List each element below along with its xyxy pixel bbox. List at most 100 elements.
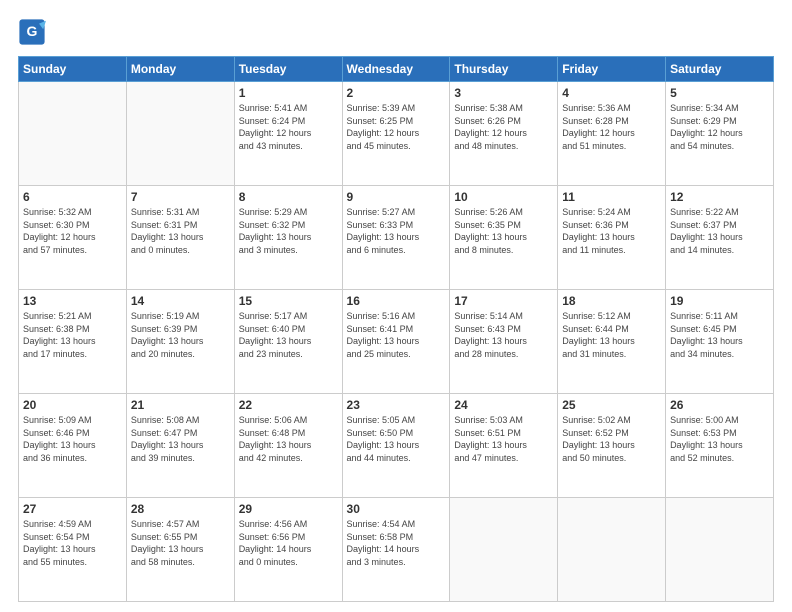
day-cell: 11Sunrise: 5:24 AM Sunset: 6:36 PM Dayli… xyxy=(558,186,666,290)
week-row-4: 20 Sunrise: 5:09 AM Sunset: 6:46 PM Dayli… xyxy=(19,394,774,498)
day-detail: Sunrise: 5:31 AM Sunset: 6:31 PM Dayligh… xyxy=(131,206,230,256)
day-detail: Sunrise: 5:16 AM Sunset: 6:41 PM Dayligh… xyxy=(347,310,446,360)
day-number: 12 xyxy=(670,190,769,204)
day-number: 16 xyxy=(347,294,446,308)
day-number: 6 xyxy=(23,190,122,204)
day-detail: Sunrise: 5:27 AM Sunset: 6:33 PM Dayligh… xyxy=(347,206,446,256)
day-cell: 23 Sunrise: 5:05 AM Sunset: 6:50 PM Dayli… xyxy=(342,394,450,498)
day-detail: Sunrise: 5:29 AM Sunset: 6:32 PM Dayligh… xyxy=(239,206,338,256)
day-detail: Sunrise: 5:34 AM Sunset: 6:29 PM Dayligh… xyxy=(670,102,769,152)
day-cell: 27 Sunrise: 4:59 AM Sunset: 6:54 PM Dayli… xyxy=(19,498,127,602)
day-number: 7 xyxy=(131,190,230,204)
day-cell: 6 Sunrise: 5:32 AM Sunset: 6:30 PM Daylig… xyxy=(19,186,127,290)
day-detail: Sunrise: 4:59 AM Sunset: 6:54 PM Dayligh… xyxy=(23,518,122,568)
logo: G xyxy=(18,18,50,46)
day-number: 24 xyxy=(454,398,553,412)
svg-text:G: G xyxy=(27,23,38,39)
day-cell: 9 Sunrise: 5:27 AM Sunset: 6:33 PM Daylig… xyxy=(342,186,450,290)
day-cell: 21 Sunrise: 5:08 AM Sunset: 6:47 PM Dayli… xyxy=(126,394,234,498)
col-header-monday: Monday xyxy=(126,57,234,82)
day-cell: 28 Sunrise: 4:57 AM Sunset: 6:55 PM Dayli… xyxy=(126,498,234,602)
day-detail: Sunrise: 5:41 AM Sunset: 6:24 PM Dayligh… xyxy=(239,102,338,152)
day-detail: Sunrise: 5:02 AM Sunset: 6:52 PM Dayligh… xyxy=(562,414,661,464)
day-detail: Sunrise: 4:54 AM Sunset: 6:58 PM Dayligh… xyxy=(347,518,446,568)
calendar-table: SundayMondayTuesdayWednesdayThursdayFrid… xyxy=(18,56,774,602)
day-cell xyxy=(558,498,666,602)
day-number: 11 xyxy=(562,190,661,204)
col-header-tuesday: Tuesday xyxy=(234,57,342,82)
day-detail: Sunrise: 5:26 AM Sunset: 6:35 PM Dayligh… xyxy=(454,206,553,256)
day-cell: 12 Sunrise: 5:22 AM Sunset: 6:37 PM Dayli… xyxy=(666,186,774,290)
day-cell xyxy=(19,82,127,186)
week-row-1: 1 Sunrise: 5:41 AM Sunset: 6:24 PM Daylig… xyxy=(19,82,774,186)
day-detail: Sunrise: 5:03 AM Sunset: 6:51 PM Dayligh… xyxy=(454,414,553,464)
day-number: 26 xyxy=(670,398,769,412)
day-cell: 14Sunrise: 5:19 AM Sunset: 6:39 PM Dayli… xyxy=(126,290,234,394)
day-detail: Sunrise: 5:08 AM Sunset: 6:47 PM Dayligh… xyxy=(131,414,230,464)
day-cell: 19 Sunrise: 5:11 AM Sunset: 6:45 PM Dayli… xyxy=(666,290,774,394)
day-detail: Sunrise: 5:11 AM Sunset: 6:45 PM Dayligh… xyxy=(670,310,769,360)
day-detail: Sunrise: 5:12 AM Sunset: 6:44 PM Dayligh… xyxy=(562,310,661,360)
day-cell: 5 Sunrise: 5:34 AM Sunset: 6:29 PM Daylig… xyxy=(666,82,774,186)
logo-icon: G xyxy=(18,18,46,46)
day-cell: 17 Sunrise: 5:14 AM Sunset: 6:43 PM Dayli… xyxy=(450,290,558,394)
day-detail: Sunrise: 5:14 AM Sunset: 6:43 PM Dayligh… xyxy=(454,310,553,360)
day-number: 3 xyxy=(454,86,553,100)
day-number: 1 xyxy=(239,86,338,100)
day-cell: 4 Sunrise: 5:36 AM Sunset: 6:28 PM Daylig… xyxy=(558,82,666,186)
col-header-wednesday: Wednesday xyxy=(342,57,450,82)
day-detail: Sunrise: 5:22 AM Sunset: 6:37 PM Dayligh… xyxy=(670,206,769,256)
week-row-3: 13 Sunrise: 5:21 AM Sunset: 6:38 PM Dayli… xyxy=(19,290,774,394)
header: G xyxy=(18,18,774,46)
day-number: 13 xyxy=(23,294,122,308)
day-number: 27 xyxy=(23,502,122,516)
day-cell: 25 Sunrise: 5:02 AM Sunset: 6:52 PM Dayli… xyxy=(558,394,666,498)
day-detail: Sunrise: 5:32 AM Sunset: 6:30 PM Dayligh… xyxy=(23,206,122,256)
day-cell: 30 Sunrise: 4:54 AM Sunset: 6:58 PM Dayli… xyxy=(342,498,450,602)
day-number: 20 xyxy=(23,398,122,412)
day-detail: Sunrise: 5:38 AM Sunset: 6:26 PM Dayligh… xyxy=(454,102,553,152)
day-number: 8 xyxy=(239,190,338,204)
day-number: 15 xyxy=(239,294,338,308)
day-cell: 7 Sunrise: 5:31 AM Sunset: 6:31 PM Daylig… xyxy=(126,186,234,290)
day-detail: Sunrise: 5:39 AM Sunset: 6:25 PM Dayligh… xyxy=(347,102,446,152)
day-cell: 18 Sunrise: 5:12 AM Sunset: 6:44 PM Dayli… xyxy=(558,290,666,394)
day-cell: 1 Sunrise: 5:41 AM Sunset: 6:24 PM Daylig… xyxy=(234,82,342,186)
day-cell: 8 Sunrise: 5:29 AM Sunset: 6:32 PM Daylig… xyxy=(234,186,342,290)
day-cell: 16 Sunrise: 5:16 AM Sunset: 6:41 PM Dayli… xyxy=(342,290,450,394)
day-number: 19 xyxy=(670,294,769,308)
col-header-saturday: Saturday xyxy=(666,57,774,82)
day-number: 17 xyxy=(454,294,553,308)
day-cell: 29Sunrise: 4:56 AM Sunset: 6:56 PM Dayli… xyxy=(234,498,342,602)
col-header-friday: Friday xyxy=(558,57,666,82)
day-cell xyxy=(450,498,558,602)
day-detail: Sunrise: 5:00 AM Sunset: 6:53 PM Dayligh… xyxy=(670,414,769,464)
day-detail: Sunrise: 5:17 AM Sunset: 6:40 PM Dayligh… xyxy=(239,310,338,360)
day-cell: 15 Sunrise: 5:17 AM Sunset: 6:40 PM Dayli… xyxy=(234,290,342,394)
day-number: 30 xyxy=(347,502,446,516)
day-detail: Sunrise: 5:21 AM Sunset: 6:38 PM Dayligh… xyxy=(23,310,122,360)
day-number: 4 xyxy=(562,86,661,100)
day-detail: Sunrise: 5:36 AM Sunset: 6:28 PM Dayligh… xyxy=(562,102,661,152)
day-cell: 26 Sunrise: 5:00 AM Sunset: 6:53 PM Dayli… xyxy=(666,394,774,498)
col-header-sunday: Sunday xyxy=(19,57,127,82)
day-detail: Sunrise: 5:05 AM Sunset: 6:50 PM Dayligh… xyxy=(347,414,446,464)
day-detail: Sunrise: 5:06 AM Sunset: 6:48 PM Dayligh… xyxy=(239,414,338,464)
day-number: 21 xyxy=(131,398,230,412)
day-number: 23 xyxy=(347,398,446,412)
day-detail: Sunrise: 5:19 AM Sunset: 6:39 PM Dayligh… xyxy=(131,310,230,360)
day-number: 2 xyxy=(347,86,446,100)
day-number: 25 xyxy=(562,398,661,412)
page: G SundayMondayTuesdayWednesdayThursdayFr… xyxy=(0,0,792,612)
day-number: 5 xyxy=(670,86,769,100)
day-number: 18 xyxy=(562,294,661,308)
day-number: 22 xyxy=(239,398,338,412)
day-number: 10 xyxy=(454,190,553,204)
day-number: 28 xyxy=(131,502,230,516)
day-cell xyxy=(126,82,234,186)
day-detail: Sunrise: 4:57 AM Sunset: 6:55 PM Dayligh… xyxy=(131,518,230,568)
calendar-header-row: SundayMondayTuesdayWednesdayThursdayFrid… xyxy=(19,57,774,82)
col-header-thursday: Thursday xyxy=(450,57,558,82)
day-number: 9 xyxy=(347,190,446,204)
day-detail: Sunrise: 5:09 AM Sunset: 6:46 PM Dayligh… xyxy=(23,414,122,464)
